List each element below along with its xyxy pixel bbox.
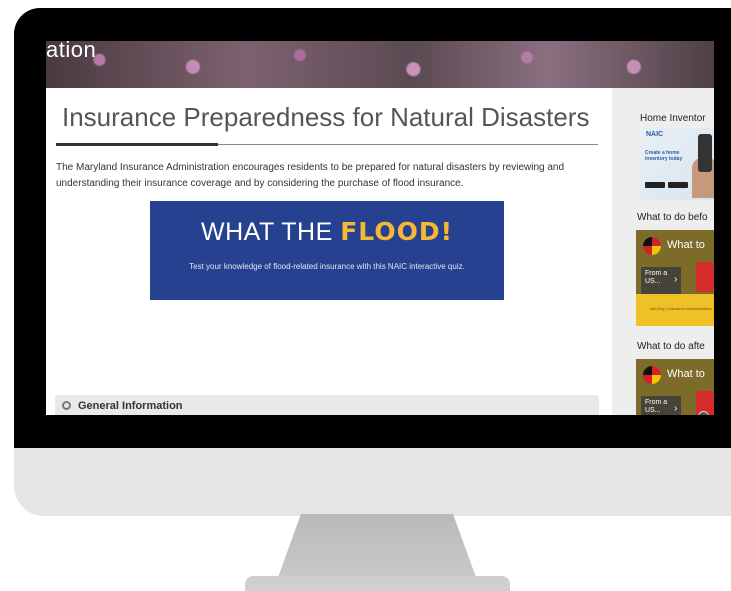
screen: ation Insurance Preparedness for Natural… xyxy=(46,41,714,415)
what-to-do-before-heading: What to do befo xyxy=(637,212,708,223)
quiz-heading-bold: FLOOD! xyxy=(340,217,453,246)
accordion-label: General Information xyxy=(78,400,183,412)
video-thumbnail-after[interactable]: What to From a US... › xyxy=(636,359,714,415)
accordion-general-information[interactable]: General Information xyxy=(55,395,599,415)
video-thumbnail-before[interactable]: What to From a US... › mid-Day | Insuran… xyxy=(636,230,714,326)
quiz-heading-light: WHAT THE xyxy=(200,218,341,246)
main-content: Insurance Preparedness for Natural Disas… xyxy=(46,88,612,415)
video-footer-text: mid-Day | Insurance Administration xyxy=(650,306,712,311)
maryland-flag-icon xyxy=(643,237,661,255)
intro-paragraph: The Maryland Insurance Administration en… xyxy=(56,162,565,189)
home-inventory-heading: Home Inventor xyxy=(640,113,706,124)
naic-logo: NAIC xyxy=(646,131,664,138)
naic-card-text: Create a home inventory today xyxy=(645,150,683,162)
maryland-flag-icon xyxy=(643,366,661,384)
title-divider-accent xyxy=(56,143,218,146)
monitor-stand-base xyxy=(245,576,510,591)
hero-banner-image: ation xyxy=(46,41,714,88)
expand-circle-icon xyxy=(62,401,71,410)
what-to-do-after-heading: What to do afte xyxy=(637,341,705,352)
flood-quiz-banner[interactable]: WHAT THE FLOOD! Test your knowledge of f… xyxy=(150,201,504,300)
sidebar: Home Inventor NAIC Create a home invento… xyxy=(612,88,714,415)
phone-image xyxy=(698,134,712,172)
video-title: What to xyxy=(667,368,705,380)
play-icon[interactable] xyxy=(698,411,709,415)
app-store-badge-icon[interactable] xyxy=(645,182,665,188)
monitor-stand-neck xyxy=(277,514,477,580)
quiz-subtext: Test your knowledge of flood-related ins… xyxy=(189,262,465,271)
video-title: What to xyxy=(667,239,705,251)
naic-home-inventory-card[interactable]: NAIC Create a home inventory today xyxy=(640,128,714,200)
quiz-heading: WHAT THE FLOOD! xyxy=(150,217,504,247)
hero-title: ation xyxy=(46,41,97,62)
chevron-right-icon[interactable]: › xyxy=(674,274,677,285)
google-play-badge-icon[interactable] xyxy=(668,182,688,188)
page-title: Insurance Preparedness for Natural Disas… xyxy=(62,102,590,132)
video-graphic xyxy=(696,262,714,292)
chevron-right-icon[interactable]: › xyxy=(674,403,677,414)
